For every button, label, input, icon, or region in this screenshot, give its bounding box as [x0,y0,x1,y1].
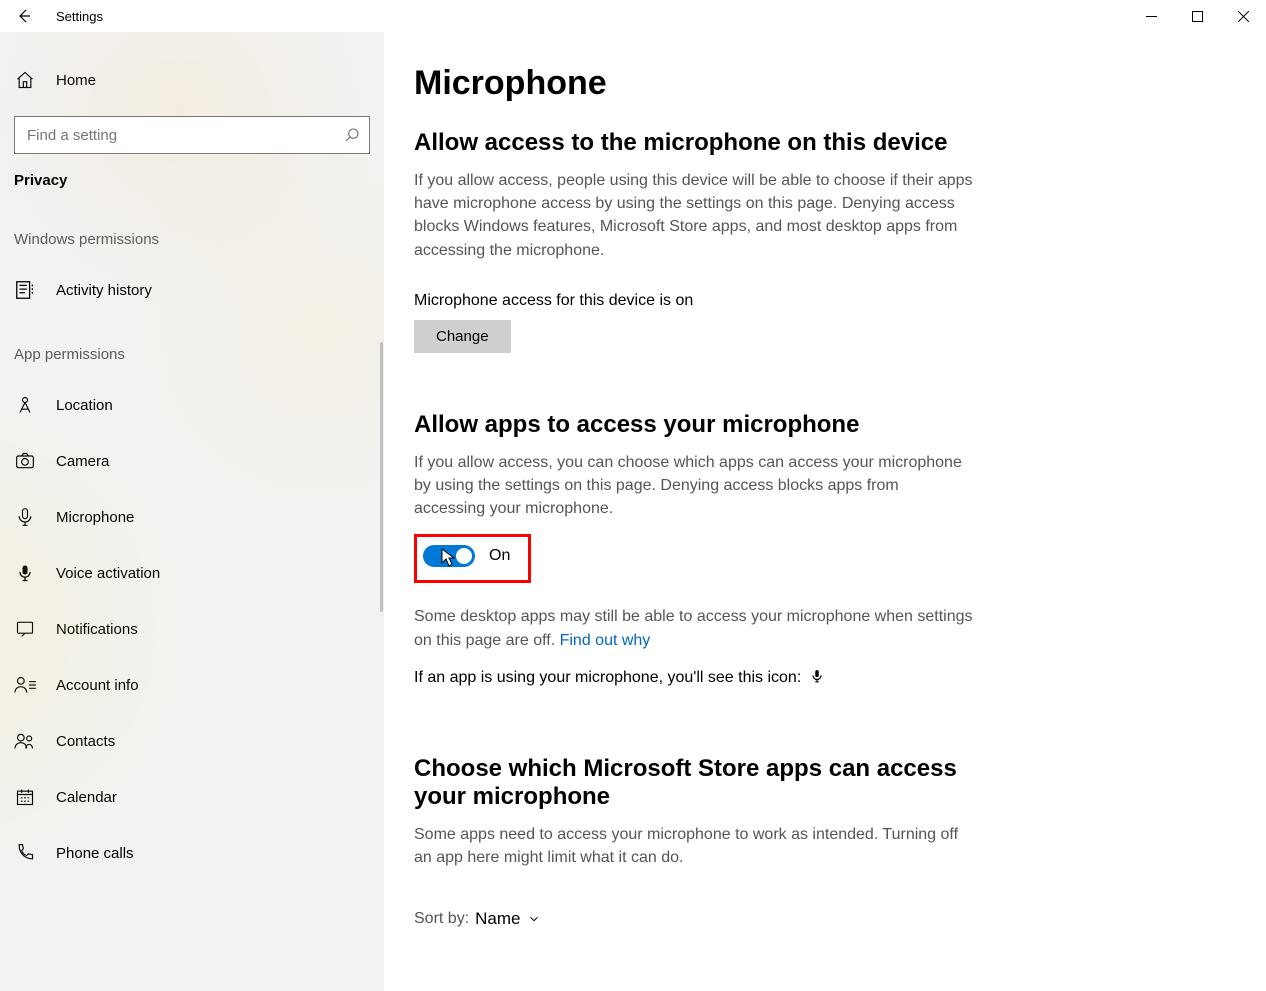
nav-activity-history[interactable]: Activity history [0,262,384,318]
close-icon [1238,11,1249,22]
toggle-highlight-box: On [414,534,531,583]
phone-calls-icon [14,843,36,863]
sort-label: Sort by: [414,910,469,928]
section-allow-device-access-body: If you allow access, people using this d… [414,169,974,262]
search-input[interactable] [14,116,370,154]
sidebar: Home Privacy Windows permissions Activit… [0,32,384,991]
nav-calendar[interactable]: Calendar [0,769,384,825]
search-icon [344,127,360,143]
nav-label: Camera [56,453,109,470]
home-icon [14,70,36,90]
nav-label: Calendar [56,789,117,806]
device-access-status: Microphone access for this device is on [414,292,1236,310]
section-allow-apps-body: If you allow access, you can choose whic… [414,451,974,521]
minimize-button[interactable] [1128,0,1174,32]
nav-label: Contacts [56,733,115,750]
contacts-icon [14,731,36,751]
back-button[interactable] [0,0,48,32]
group-windows-permissions: Windows permissions [0,203,384,262]
microphone-icon [14,507,36,527]
content-pane: Microphone Allow access to the microphon… [384,32,1266,991]
group-app-permissions: App permissions [0,318,384,377]
change-button[interactable]: Change [414,320,511,353]
nav-location[interactable]: Location [0,377,384,433]
nav-label: Phone calls [56,845,134,862]
nav-voice-activation[interactable]: Voice activation [0,545,384,601]
search-wrap [14,116,370,154]
nav-contacts[interactable]: Contacts [0,713,384,769]
toggle-state-label: On [489,547,510,565]
camera-icon [14,451,36,471]
toggle-knob [456,548,472,564]
sort-value: Name [475,909,520,929]
activity-history-icon [14,279,36,301]
nav-camera[interactable]: Camera [0,433,384,489]
mic-in-use-note: If an app is using your microphone, you'… [414,666,974,689]
sidebar-scrollbar-thumb[interactable] [380,342,383,612]
section-choose-apps-heading: Choose which Microsoft Store apps can ac… [414,755,974,811]
microphone-tray-icon [810,668,824,684]
nav-microphone[interactable]: Microphone [0,489,384,545]
nav-label: Account info [56,677,139,694]
sort-by-control[interactable]: Sort by: Name [414,909,1236,929]
titlebar: Settings [0,0,1266,32]
back-arrow-icon [16,8,32,24]
minimize-icon [1146,11,1157,22]
nav-account-info[interactable]: Account info [0,657,384,713]
page-title: Microphone [414,64,1236,103]
privacy-header: Privacy [0,172,384,203]
nav-phone-calls[interactable]: Phone calls [0,825,384,881]
section-allow-device-access-heading: Allow access to the microphone on this d… [414,129,1236,157]
notifications-icon [14,619,36,639]
maximize-button[interactable] [1174,0,1220,32]
window-title: Settings [48,9,103,24]
section-allow-apps-heading: Allow apps to access your microphone [414,411,1236,439]
section-choose-apps-body: Some apps need to access your microphone… [414,823,974,869]
cursor-icon [441,548,457,568]
chevron-down-icon [527,912,541,926]
nav-label: Notifications [56,621,138,638]
location-icon [14,395,36,415]
close-button[interactable] [1220,0,1266,32]
nav-label: Activity history [56,282,152,299]
home-label: Home [56,72,96,89]
nav-notifications[interactable]: Notifications [0,601,384,657]
find-out-why-link[interactable]: Find out why [560,632,651,649]
voice-activation-icon [14,563,36,583]
nav-label: Microphone [56,509,134,526]
allow-apps-toggle[interactable] [423,545,475,567]
calendar-icon [14,787,36,807]
maximize-icon [1192,11,1203,22]
home-nav[interactable]: Home [0,52,384,108]
nav-label: Voice activation [56,565,160,582]
nav-label: Location [56,397,113,414]
account-info-icon [14,675,36,695]
desktop-apps-note: Some desktop apps may still be able to a… [414,605,974,651]
